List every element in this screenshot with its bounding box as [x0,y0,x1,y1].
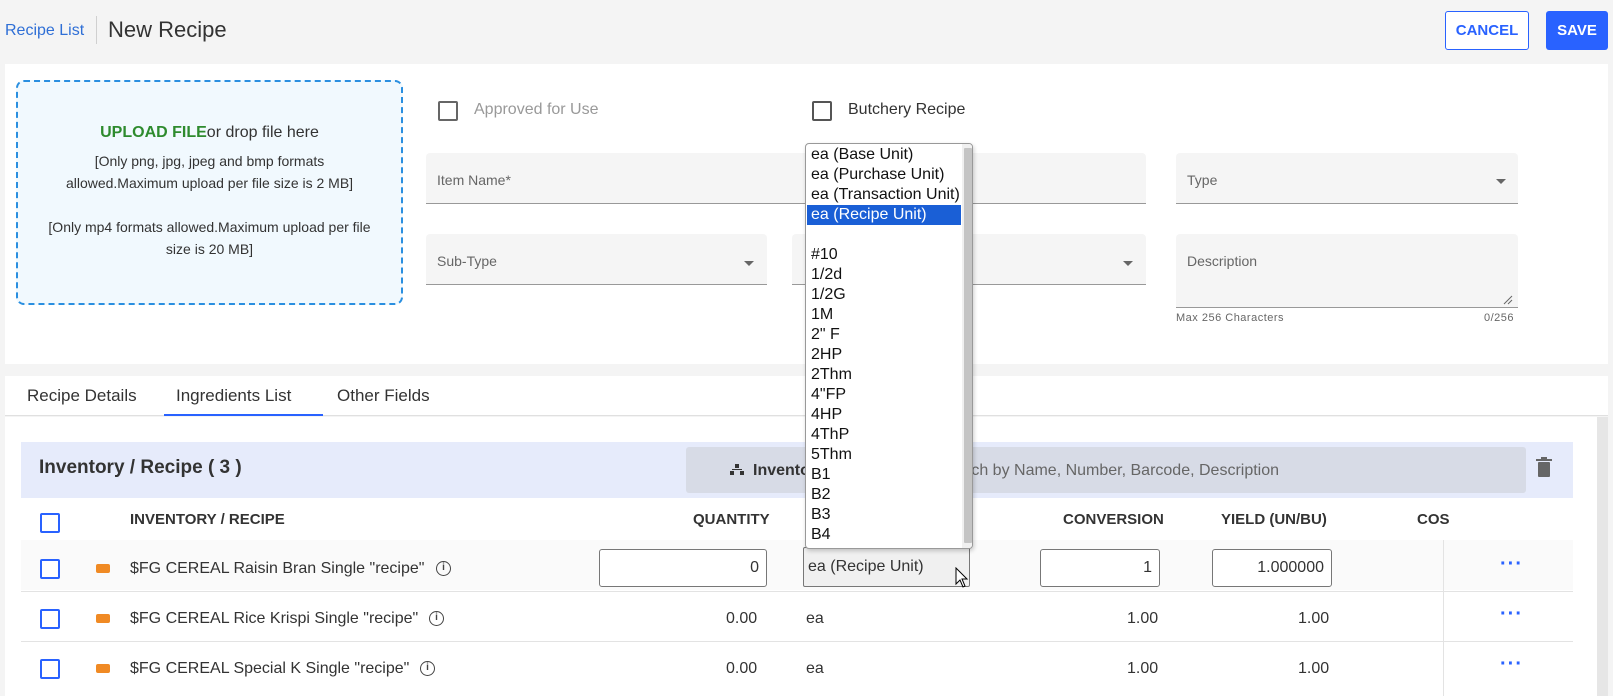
row-item-name: $FG CEREAL Special K Single "recipe" [130,660,410,677]
more-options-icon[interactable]: ··· [1500,603,1523,626]
row-divider [21,641,1573,642]
dropdown-option-selected[interactable]: ea (Recipe Unit) [807,205,961,225]
butchery-recipe-checkbox[interactable] [812,101,832,121]
search-input[interactable]: rch by Name, Number, Barcode, Descriptio… [966,462,1279,480]
save-button[interactable]: SAVE [1546,11,1608,50]
recipe-item-icon [96,614,110,623]
dropdown-option[interactable]: B3 [811,505,831,525]
column-header-yield: YIELD (UN/BU) [1221,511,1327,528]
dropdown-option[interactable]: 1M [811,305,833,325]
row-checkbox[interactable] [40,609,60,629]
unit-select[interactable]: ea (Recipe Unit) [803,547,970,587]
dropdown-option[interactable]: ea (Base Unit) [811,145,913,165]
item-name-label: Item Name* [437,172,511,188]
breadcrumb-divider [96,16,97,44]
butchery-recipe-label: Butchery Recipe [848,101,966,118]
inventory-title: Inventory / Recipe ( 3 ) [39,457,242,478]
row-conversion: 1.00 [1127,610,1159,627]
trash-icon[interactable] [1536,457,1552,477]
row-item-name: $FG CEREAL Rice Krispi Single "recipe" [130,610,419,627]
dropdown-option[interactable]: 2Thm [811,365,852,385]
page-title: New Recipe [108,17,227,42]
dropdown-option[interactable]: 1/2d [811,265,842,285]
type-select[interactable]: Type [1176,153,1518,204]
row-yield: 1.00 [1298,660,1330,677]
upload-video-note: [Only mp4 formats allowed.Maximum upload… [48,219,371,257]
inventory-button[interactable]: Invento [753,462,810,480]
row-checkbox[interactable] [40,559,60,579]
upload-prompt: UPLOAD FILEor drop file here [18,124,401,142]
row-unit: ea [806,610,824,627]
description-label: Description [1187,253,1258,269]
dropdown-option[interactable]: 4"FP [811,385,846,405]
approved-for-use-checkbox[interactable] [438,101,458,121]
approved-for-use-label: Approved for Use [474,101,599,118]
row-checkbox[interactable] [40,659,60,679]
chevron-down-icon [1496,179,1506,184]
dropdown-option[interactable]: 1/2G [811,285,846,305]
row-unit: ea [806,660,824,677]
row-yield: 1.00 [1298,610,1330,627]
column-header-quantity: QUANTITY [693,511,770,528]
row-quantity: 0.00 [726,660,758,677]
conversion-input[interactable]: 1 [1040,549,1160,587]
upload-drop-text: or drop file here [206,124,319,141]
description-counter: 0/256 [1484,312,1515,324]
inventory-header: Inventory / Recipe ( 3 ) Invento rch by … [21,442,1573,498]
column-header-cost: COS [1417,511,1450,528]
sticky-column-divider [1443,540,1444,696]
upload-file-link[interactable]: UPLOAD FILE [100,124,207,141]
dropdown-option[interactable]: 4ThP [811,425,849,445]
column-header-conversion: CONVERSION [1063,511,1164,528]
active-tab-indicator [164,414,323,416]
upload-image-note: [Only png, jpg, jpeg and bmp formats all… [65,153,354,191]
row-item-name: $FG CEREAL Raisin Bran Single "recipe" [130,560,425,577]
dropdown-option[interactable]: 2" F [811,325,840,345]
info-icon[interactable]: i [420,661,435,676]
description-textarea[interactable]: Description [1176,234,1518,308]
dropdown-option[interactable]: #10 [811,245,838,265]
hierarchy-icon [730,464,744,475]
unit-dropdown-list[interactable]: ea (Base Unit) ea (Purchase Unit) ea (Tr… [805,143,973,549]
dropdown-option[interactable]: ea (Transaction Unit) [811,185,960,205]
dropdown-option[interactable]: B1 [811,465,831,485]
dropdown-scrollbar-thumb[interactable] [964,148,972,543]
dropdown-option[interactable]: 5Thm [811,445,852,465]
type-label: Type [1187,172,1218,188]
file-upload-dropzone[interactable]: UPLOAD FILEor drop file here [Only png, … [16,80,403,305]
info-icon[interactable]: i [436,561,451,576]
select-all-checkbox[interactable] [40,513,60,533]
row-quantity: 0.00 [726,610,758,627]
tab-ingredients-list[interactable]: Ingredients List [176,386,291,406]
row-conversion: 1.00 [1127,660,1159,677]
recipe-item-icon [96,664,110,673]
subtype-select[interactable]: Sub-Type [426,234,767,285]
chevron-down-icon [1123,261,1133,266]
mouse-cursor-icon [955,567,969,588]
breadcrumb-recipe-list[interactable]: Recipe List [5,22,84,40]
quantity-input[interactable]: 0 [599,549,767,587]
chevron-down-icon [744,261,754,266]
yield-input[interactable]: 1.000000 [1212,549,1332,587]
info-icon[interactable]: i [429,611,444,626]
subtype-label: Sub-Type [437,253,497,269]
cancel-button[interactable]: CANCEL [1445,11,1529,50]
tab-other-fields[interactable]: Other Fields [337,386,430,406]
column-header-inventory: INVENTORY / RECIPE [130,511,285,528]
more-options-icon[interactable]: ··· [1500,653,1523,676]
dropdown-option[interactable]: B4 [811,525,831,545]
recipe-item-icon [96,564,110,573]
tab-recipe-details[interactable]: Recipe Details [27,386,137,406]
more-options-icon[interactable]: ··· [1500,553,1523,576]
dropdown-option[interactable]: 4HP [811,405,842,425]
top-bar: Recipe List New Recipe CANCEL SAVE [0,0,1613,62]
page-scrollbar[interactable] [1597,417,1608,696]
item-name-field[interactable]: Item Name* [426,153,1146,204]
description-helper: Max 256 Characters [1176,312,1285,324]
dropdown-option[interactable]: B2 [811,485,831,505]
resize-handle-icon[interactable] [1503,295,1513,305]
dropdown-option[interactable]: 2HP [811,345,842,365]
row-divider [21,591,1573,592]
dropdown-option[interactable]: ea (Purchase Unit) [811,165,944,185]
